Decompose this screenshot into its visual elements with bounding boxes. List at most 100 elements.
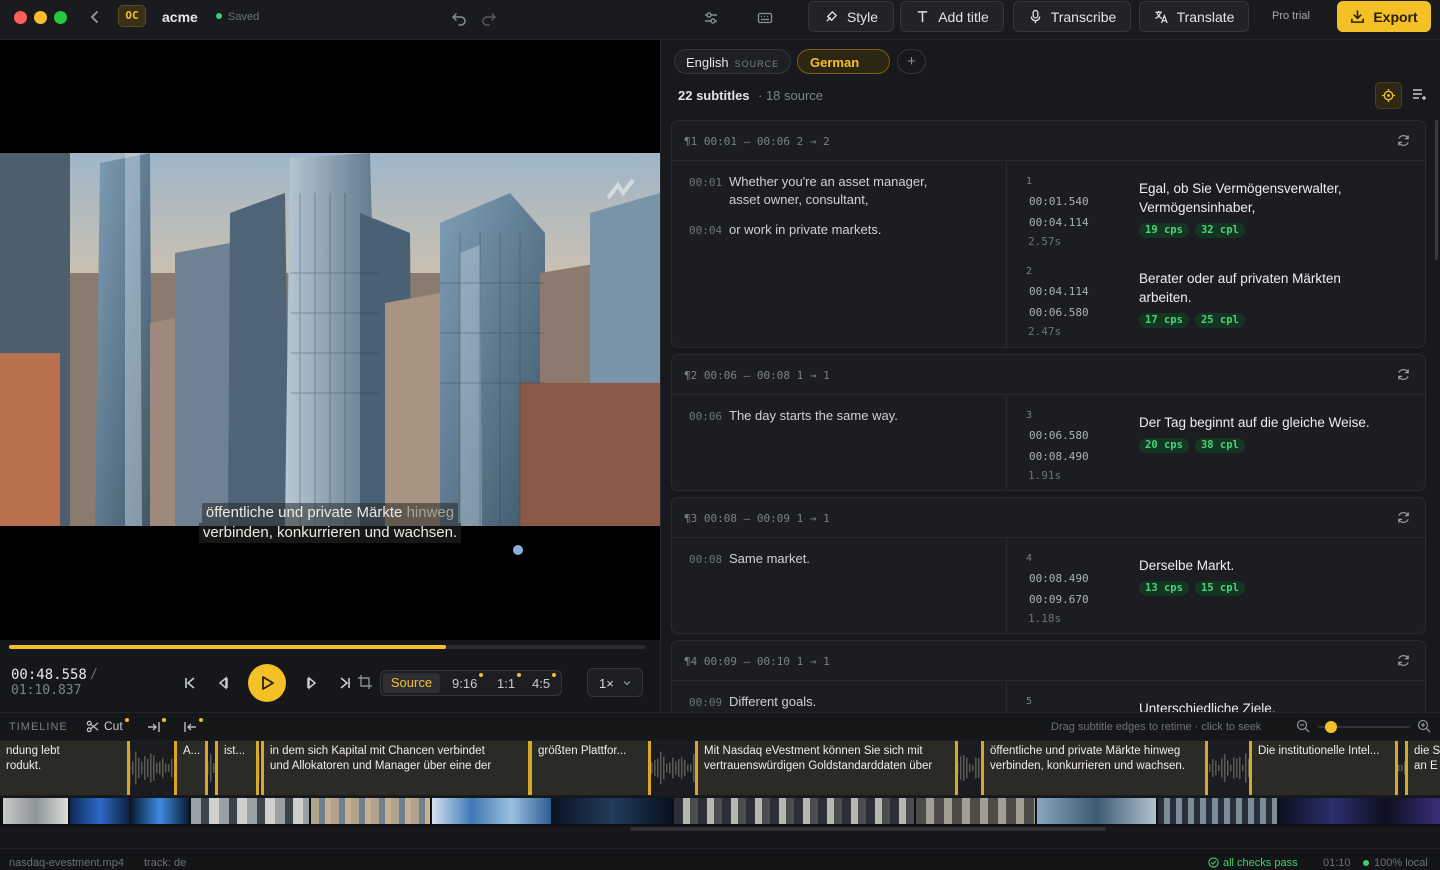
video-thumbnail-strip[interactable]	[0, 798, 1440, 826]
export-button[interactable]: Export	[1337, 1, 1431, 32]
timeline-segment[interactable]: öffentliche und private Märkte hinweg ver…	[981, 741, 1208, 795]
subtitle-card[interactable]: ¶1 00:01 – 00:06 2 → 2 00:01 Whether you'…	[671, 120, 1426, 348]
skip-start-icon[interactable]	[181, 674, 199, 692]
timeline-segment[interactable]: ist...	[215, 741, 259, 795]
waveform-bar	[969, 763, 971, 773]
start-time[interactable]: 00:01.540	[1029, 195, 1089, 208]
target-text[interactable]: Berater oder auf privaten Märkten arbeit…	[1139, 269, 1389, 307]
target-text[interactable]: Egal, ob Sie Vermögensverwalter, Vermöge…	[1139, 179, 1389, 217]
waveform-bar	[972, 764, 974, 772]
start-time[interactable]: 00:06.580	[1029, 429, 1089, 442]
translate-button[interactable]: Translate	[1139, 1, 1249, 32]
pro-trial-label[interactable]: Pro trial	[1272, 10, 1310, 22]
target-subtitle[interactable]: 1 00:01.540 00:04.114 2.57s Egal, ob Sie…	[1026, 176, 1416, 248]
zoom-out-icon[interactable]	[1296, 719, 1310, 733]
zoom-slider-knob[interactable]	[1324, 721, 1337, 733]
target-text[interactable]: Unterschiedliche Ziele.	[1139, 699, 1389, 712]
aspect-source-button[interactable]: Source	[383, 673, 440, 693]
skip-end-icon[interactable]	[336, 674, 354, 692]
timeline-segment[interactable]: Mit Nasdaq eVestment können Sie sich mit…	[695, 741, 958, 795]
target-text[interactable]: Der Tag beginnt auf die gleiche Weise.	[1139, 413, 1389, 432]
regenerate-icon[interactable]	[1396, 133, 1411, 148]
trim-out-icon[interactable]	[182, 719, 198, 735]
aspect-ratio-group: Source 9:16 1:1 4:5	[380, 670, 562, 696]
waveform-bar	[1401, 764, 1403, 772]
style-button[interactable]: Style	[808, 1, 894, 32]
timeline-segment[interactable]: Die institutionelle Intel...	[1249, 741, 1398, 795]
source-line[interactable]: 00:06 The day starts the same way.	[689, 407, 898, 426]
saved-label: Saved	[228, 11, 260, 23]
timeline-segment[interactable]: größten Plattfor...	[529, 741, 651, 795]
list-options-icon[interactable]	[1411, 86, 1429, 104]
lang-source-label: English	[686, 55, 729, 70]
language-tab-english[interactable]: English SOURCE	[674, 49, 791, 74]
video-thumbnail	[916, 798, 1035, 824]
aspect-9-16-button[interactable]: 9:16	[452, 673, 484, 691]
target-subtitle[interactable]: 4 00:08.490 00:09.670 1.18s Derselbe Mar…	[1026, 553, 1416, 625]
timeline-segment[interactable]: ndung lebt rodukt.	[0, 741, 130, 795]
timeline-hint: Drag subtitle edges to retime · click to…	[1051, 721, 1262, 733]
add-language-button[interactable]: +	[897, 49, 926, 74]
end-time[interactable]: 00:06.580	[1029, 306, 1089, 319]
video-preview[interactable]: öffentliche und private Märkte hinweg ve…	[0, 40, 660, 640]
target-subtitle[interactable]: 3 00:06.580 00:08.490 1.91s Der Tag begi…	[1026, 410, 1416, 482]
step-forward-icon[interactable]	[302, 674, 320, 692]
status-checks: all checks pass	[1208, 857, 1298, 869]
timeline-segment[interactable]: A...	[174, 741, 208, 795]
trim-in-icon[interactable]	[146, 719, 162, 735]
timeline-scrollbar[interactable]	[630, 827, 1106, 831]
cps-badge: 17 cps	[1139, 313, 1189, 328]
source-line[interactable]: 00:08 Same market.	[689, 550, 810, 569]
step-back-icon[interactable]	[215, 674, 233, 692]
duration: 2.57s	[1028, 235, 1062, 248]
timeline-segment[interactable]: die S an E	[1405, 741, 1440, 795]
sliders-icon[interactable]	[700, 7, 722, 29]
timeline-header: TIMELINE Cut Drag subtitle edges to reti…	[0, 712, 1440, 740]
subtitle-track[interactable]: ndung lebt rodukt. A... ist... in dem sic…	[0, 740, 1440, 796]
timeline-segment[interactable]: in dem sich Kapital mit Chancen verbinde…	[261, 741, 531, 795]
play-button[interactable]	[248, 664, 286, 702]
playback-progress[interactable]	[9, 645, 646, 649]
crop-icon[interactable]	[357, 674, 375, 692]
aspect-4-5-button[interactable]: 4:5	[532, 673, 557, 691]
zoom-in-icon[interactable]	[1417, 719, 1431, 733]
source-timestamp: 00:01	[689, 176, 723, 189]
target-subtitle[interactable]: 5 Unterschiedliche Ziele.	[1026, 696, 1416, 712]
locate-playhead-button[interactable]	[1375, 82, 1402, 109]
aspect-1-1-button[interactable]: 1:1	[497, 673, 522, 691]
subtitle-card[interactable]: ¶2 00:06 – 00:08 1 → 1 00:06 The day star…	[671, 354, 1426, 491]
minimize-window-button[interactable]	[34, 11, 47, 24]
subtitle-card[interactable]: ¶3 00:08 – 00:09 1 → 1 00:08 Same market.…	[671, 497, 1426, 634]
add-title-button[interactable]: Add title	[900, 1, 1004, 32]
start-time[interactable]: 00:04.114	[1029, 285, 1089, 298]
target-text[interactable]: Derselbe Markt.	[1139, 556, 1389, 575]
language-tab-german[interactable]: German	[797, 49, 890, 74]
end-time[interactable]: 00:04.114	[1029, 216, 1089, 229]
waveform-bar	[1236, 758, 1238, 778]
status-file-name: nasdaq-evestment.mp4	[9, 857, 124, 869]
redo-icon[interactable]	[478, 7, 500, 29]
subtitle-number: 2	[1026, 266, 1033, 277]
keyboard-icon[interactable]	[754, 7, 776, 29]
end-time[interactable]: 00:09.670	[1029, 593, 1089, 606]
target-subtitle[interactable]: 2 00:04.114 00:06.580 2.47s Berater oder…	[1026, 266, 1416, 338]
playback-speed-select[interactable]: 1×	[587, 668, 643, 697]
start-time[interactable]: 00:08.490	[1029, 572, 1089, 585]
maximize-window-button[interactable]	[54, 11, 67, 24]
project-name[interactable]: acme	[162, 9, 198, 25]
end-time[interactable]: 00:08.490	[1029, 450, 1089, 463]
regenerate-icon[interactable]	[1396, 510, 1411, 525]
source-line[interactable]: 00:04 or work in private markets.	[689, 221, 881, 240]
back-chevron-icon[interactable]	[86, 8, 104, 26]
source-line[interactable]: 00:01 Whether you're an asset manager, as…	[689, 173, 927, 207]
regenerate-icon[interactable]	[1396, 367, 1411, 382]
cut-button[interactable]: Cut	[86, 719, 123, 733]
source-line[interactable]: 00:09 Different goals.	[689, 693, 816, 712]
regenerate-icon[interactable]	[1396, 653, 1411, 668]
video-frame[interactable]	[0, 153, 660, 526]
panel-scrollbar[interactable]	[1435, 120, 1438, 260]
undo-icon[interactable]	[448, 7, 470, 29]
close-window-button[interactable]	[14, 11, 27, 24]
subtitle-card[interactable]: ¶4 00:09 – 00:10 1 → 1 00:09 Different go…	[671, 640, 1426, 712]
transcribe-button[interactable]: Transcribe	[1013, 1, 1131, 32]
